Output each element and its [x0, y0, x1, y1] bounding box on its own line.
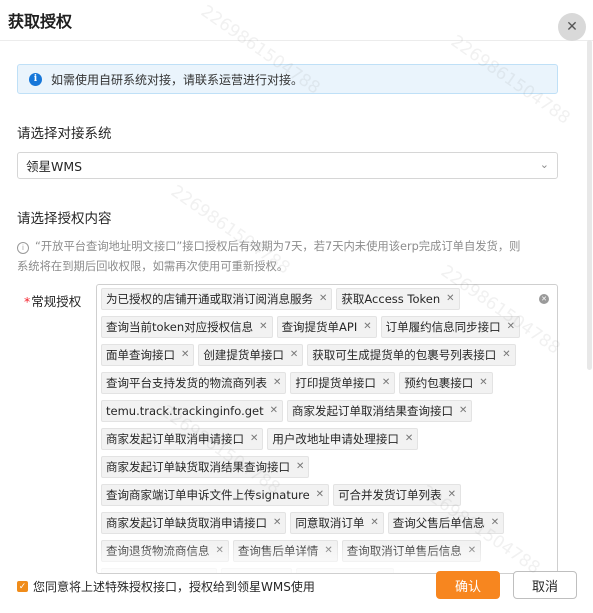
permission-tag: 订单履约信息同步接口 ✕	[380, 316, 521, 338]
permission-tag-label: 同意取消订单	[295, 516, 365, 530]
permission-tag: 商家发起订单取消结果查询接口 ✕	[287, 400, 473, 422]
permission-tag-label: 查询父售后单信息	[392, 516, 485, 530]
info-notice: i 如需使用自研系统对接，请联系运营进行对接。	[17, 64, 558, 94]
permission-tag-label: 查询商家端订单申诉文件上传signature	[106, 488, 310, 502]
remove-tag-icon[interactable]: ✕	[459, 401, 467, 421]
tag-list: 为已授权的店铺开通或取消订阅消息服务 ✕ 获取Access Token ✕ 查询当前to…	[101, 288, 531, 573]
content-label: 请选择授权内容	[17, 211, 112, 227]
permission-tag: 商家发起订单缺货取消申请接口 ✕	[101, 512, 287, 534]
remove-tag-icon[interactable]: ✕	[382, 373, 390, 393]
permission-tag: 可合并发货订单列表 ✕	[333, 484, 461, 506]
system-select[interactable]: 领星WMS ⌄	[17, 152, 558, 179]
permission-tag-label: temu.track.trackinginfo.get	[106, 404, 264, 418]
permission-tag-label: 打印提货单接口	[295, 376, 376, 390]
remove-tag-icon[interactable]: ✕	[316, 485, 324, 505]
remove-tag-icon[interactable]: ✕	[250, 429, 258, 449]
remove-tag-icon[interactable]: ✕	[370, 513, 378, 533]
agree-checkbox-row: ✓ 您同意将上述特殊授权接口，授权给到领星WMS使用	[17, 578, 315, 595]
permission-tag-label: 面单查询接口	[106, 348, 175, 362]
permission-tag: 查询父售后单信息 ✕	[387, 512, 505, 534]
permission-tag-label: 为已授权的店铺开通或取消订阅消息服务	[106, 292, 313, 306]
permission-tag: 打印提货单接口 ✕	[290, 372, 396, 394]
close-icon: ✕	[566, 19, 578, 35]
authorization-hint: i “开放平台查询地址明文接口”接口授权后有效期为7天，若7天内未使用该erp完成…	[17, 237, 562, 277]
system-label: 请选择对接系统	[17, 126, 112, 142]
remove-tag-icon[interactable]: ✕	[273, 513, 281, 533]
remove-tag-icon[interactable]: ✕	[363, 317, 371, 337]
info-icon: i	[29, 72, 42, 86]
remove-tag-icon[interactable]: ✕	[290, 345, 298, 365]
permission-tag-label: 查询当前token对应授权信息	[106, 320, 254, 334]
agree-checkbox[interactable]: ✓	[17, 581, 28, 592]
remove-tag-icon[interactable]: ✕	[181, 345, 189, 365]
permission-tag: 用户改地址申请处理接口 ✕	[267, 428, 419, 450]
permission-tag: 获取Access Token ✕	[336, 288, 460, 310]
permission-tag-label: 用户改地址申请处理接口	[272, 432, 399, 446]
info-circle-icon: i	[17, 242, 29, 254]
permission-tag: 商家发起订单取消申请接口 ✕	[101, 428, 264, 450]
permission-tag-label: 查询提货单API	[281, 320, 358, 334]
permission-tag-label: 商家发起订单取消结果查询接口	[292, 404, 453, 418]
permission-tag-label: 商家发起订单缺货取消申请接口	[106, 516, 267, 530]
remove-tag-icon[interactable]: ✕	[507, 317, 515, 337]
chevron-down-icon: ⌄	[539, 158, 549, 171]
remove-tag-icon[interactable]: ✕	[448, 485, 456, 505]
system-select-value: 领星WMS	[26, 159, 83, 174]
permission-tag-label: 查询平台支持发货的物流商列表	[106, 376, 267, 390]
clear-all-icon[interactable]: ✕	[539, 294, 549, 304]
remove-tag-icon[interactable]: ✕	[491, 513, 499, 533]
permission-tag-label: 获取可生成提货单的包裹号列表接口	[312, 348, 497, 362]
permission-tag: 预约包裹接口 ✕	[399, 372, 493, 394]
permission-tag: 查询商家端订单申诉文件上传signature ✕	[101, 484, 330, 506]
permission-tag: 同意取消订单 ✕	[290, 512, 384, 534]
permission-tag: temu.track.trackinginfo.get ✕	[101, 400, 283, 422]
permission-multiselect[interactable]: 为已授权的店铺开通或取消订阅消息服务 ✕ 获取Access Token ✕ 查询当前to…	[96, 284, 558, 574]
permission-field-label: *常规授权	[24, 291, 81, 310]
hint-line-2: 系统将在到期后回收权限，如需再次使用可重新授权。	[17, 260, 289, 273]
remove-tag-icon[interactable]: ✕	[273, 373, 281, 393]
dialog-footer: ✓ 您同意将上述特殊授权接口，授权给到领星WMS使用 确认 取消	[0, 568, 593, 613]
dialog-header: 获取授权	[0, 0, 593, 41]
remove-tag-icon[interactable]: ✕	[502, 345, 510, 365]
remove-tag-icon[interactable]: ✕	[270, 401, 278, 421]
permission-tag-label: 预约包裹接口	[404, 376, 474, 390]
remove-tag-icon[interactable]: ✕	[446, 289, 454, 309]
hint-line-1: “开放平台查询地址明文接口”接口授权后有效期为7天，若7天内未使用该erp完成订…	[35, 240, 521, 253]
permission-tag-label: 创建提货单接口	[203, 348, 284, 362]
permission-tag: 为已授权的店铺开通或取消订阅消息服务 ✕	[101, 288, 333, 310]
notice-text: 如需使用自研系统对接，请联系运营进行对接。	[51, 72, 304, 87]
remove-tag-icon[interactable]: ✕	[319, 289, 327, 309]
required-mark: *	[24, 294, 31, 309]
permission-tag: 查询平台支持发货的物流商列表 ✕	[101, 372, 287, 394]
permission-tag-label: 商家发起订单取消申请接口	[106, 432, 244, 446]
permission-tag: 查询当前token对应授权信息 ✕	[101, 316, 273, 338]
permission-tag-label: 商家发起订单缺货取消结果查询接口	[106, 460, 290, 474]
permission-label-text: 常规授权	[31, 294, 82, 309]
permission-tag: 商家发起订单缺货取消结果查询接口 ✕	[101, 456, 310, 478]
remove-tag-icon[interactable]: ✕	[479, 373, 487, 393]
remove-tag-icon[interactable]: ✕	[405, 429, 413, 449]
permission-tag: 创建提货单接口 ✕	[198, 344, 304, 366]
permission-tag: 获取可生成提货单的包裹号列表接口 ✕	[307, 344, 516, 366]
cancel-button[interactable]: 取消	[513, 571, 577, 599]
confirm-button[interactable]: 确认	[436, 571, 500, 599]
remove-tag-icon[interactable]: ✕	[296, 457, 304, 477]
dialog-scrollbar[interactable]	[587, 40, 592, 370]
close-button[interactable]: ✕	[558, 13, 586, 41]
permission-tag-label: 可合并发货订单列表	[338, 488, 442, 502]
agree-text: 您同意将上述特殊授权接口，授权给到领星WMS使用	[33, 580, 315, 594]
dialog-title: 获取授权	[8, 12, 73, 31]
permission-tag-label: 获取Access Token	[341, 292, 441, 306]
permission-tag: 查询提货单API ✕	[276, 316, 377, 338]
permission-tag-label: 订单履约信息同步接口	[385, 320, 501, 334]
permission-tag: 面单查询接口 ✕	[101, 344, 195, 366]
remove-tag-icon[interactable]: ✕	[259, 317, 267, 337]
